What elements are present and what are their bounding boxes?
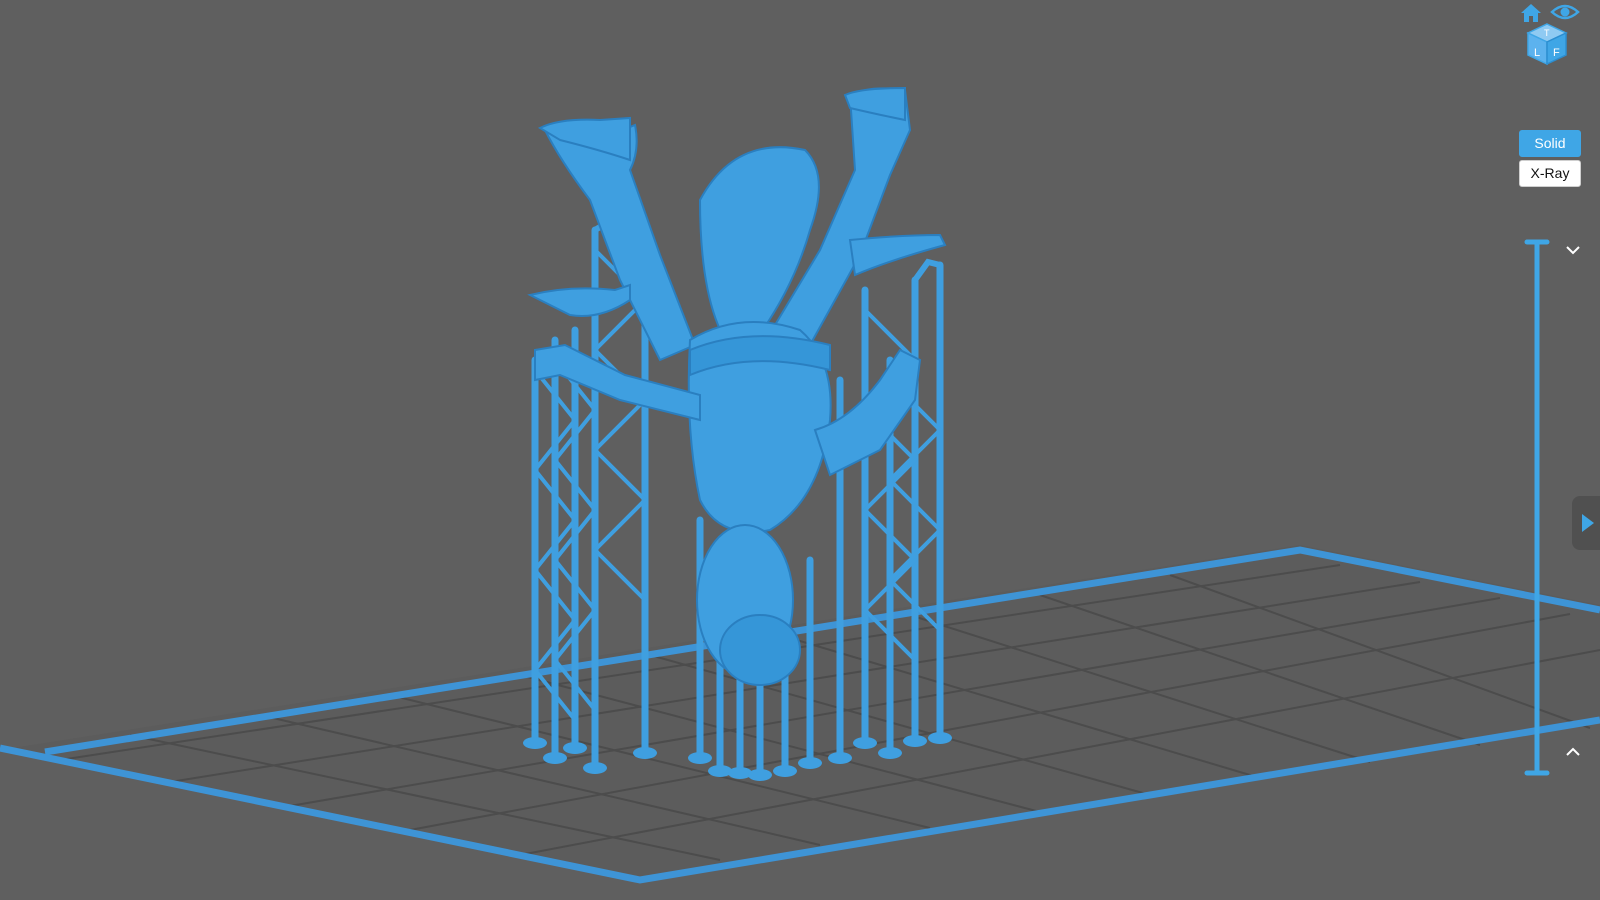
cube-face-label-top: T (1544, 28, 1550, 38)
solid-mode-button[interactable]: Solid (1519, 130, 1581, 157)
chevron-down-icon[interactable] (1565, 244, 1581, 256)
cube-face-label-front: F (1553, 47, 1560, 59)
build-plate-scene (0, 86, 1600, 884)
eye-icon[interactable] (1550, 2, 1580, 22)
chevron-up-icon[interactable] (1565, 746, 1581, 758)
render-mode-toggle: Solid X-Ray (1519, 130, 1581, 190)
side-panel-toggle[interactable] (1572, 496, 1600, 550)
3d-viewport[interactable] (0, 0, 1600, 900)
view-cube-icon[interactable]: T L F (1524, 20, 1570, 68)
xray-mode-button[interactable]: X-Ray (1519, 160, 1581, 187)
cube-face-label-left: L (1534, 47, 1540, 59)
build-plate (0, 545, 1600, 880)
navigation-cube[interactable]: T L F (1510, 0, 1590, 70)
play-icon (1582, 514, 1594, 532)
